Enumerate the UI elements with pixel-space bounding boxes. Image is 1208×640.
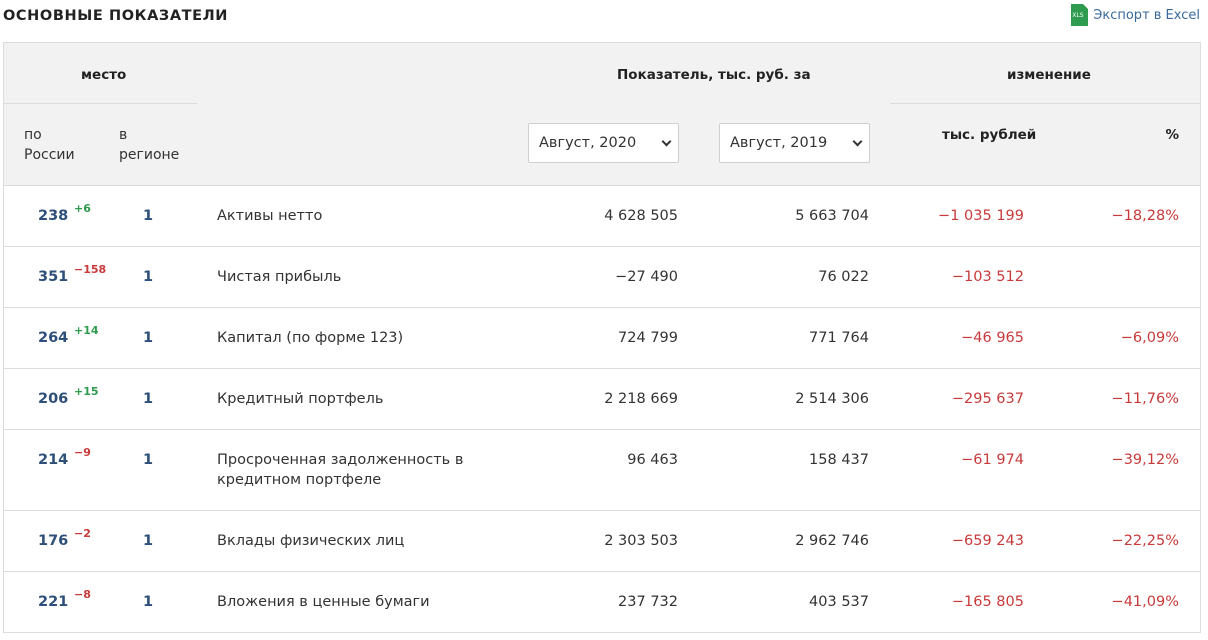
table-row: 176 −2 1 Вклады физических лиц 2 303 503…: [4, 511, 1200, 572]
rank-russia: 351: [38, 269, 69, 285]
change-value: −659 243: [951, 533, 1024, 549]
change-percent: −41,09%: [1111, 594, 1179, 610]
table-row: 351 −158 1 Чистая прибыль −27 490 76 022…: [4, 247, 1200, 308]
table-row: 221 −8 1 Вложения в ценные бумаги 237 73…: [4, 572, 1200, 633]
rank-region: 1: [143, 208, 154, 224]
value-2020: 724 799: [618, 330, 678, 346]
indicator-name: Активы нетто: [217, 208, 323, 224]
rank-delta: −8: [74, 588, 91, 601]
indicator-name: Чистая прибыль: [217, 269, 342, 285]
table-row: 264 +14 1 Капитал (по форме 123) 724 799…: [4, 308, 1200, 369]
change-percent: −6,09%: [1120, 330, 1179, 346]
change-value: −295 637: [951, 391, 1024, 407]
change-percent: −39,12%: [1111, 452, 1179, 468]
page-title: ОСНОВНЫЕ ПОКАЗАТЕЛИ: [3, 8, 229, 24]
indicator-name: Кредитный портфель: [217, 391, 384, 407]
rank-region: 1: [143, 452, 154, 468]
indicators-table: место Показатель, тыс. руб. за изменение…: [3, 42, 1201, 633]
table-row: 206 +15 1 Кредитный портфель 2 218 669 2…: [4, 369, 1200, 430]
value-2019: 2 962 746: [795, 533, 869, 549]
table-header: место Показатель, тыс. руб. за изменение…: [4, 43, 1201, 186]
rank-russia: 214: [38, 452, 69, 468]
value-2020: 4 628 505: [604, 208, 678, 224]
header-in-region: в регионе: [119, 127, 180, 163]
header-by-russia: по России: [24, 127, 75, 163]
header-indicator: Показатель, тыс. руб. за: [617, 67, 811, 83]
indicator-name: Капитал (по форме 123): [217, 330, 404, 346]
rank-russia: 264: [38, 330, 69, 346]
header-divider-change: [890, 103, 1201, 104]
header-thousand-rub: тыс. рублей: [942, 127, 1037, 143]
rank-russia: 221: [38, 594, 69, 610]
header-change: изменение: [1007, 67, 1091, 83]
period-select-2[interactable]: Август, 2019: [719, 123, 870, 163]
period-select-1[interactable]: Август, 2020: [528, 123, 679, 163]
rank-delta: +15: [74, 385, 99, 398]
rank-russia: 238: [38, 208, 69, 224]
period-select-2-value: Август, 2019: [730, 135, 828, 151]
change-value: −165 805: [951, 594, 1024, 610]
header-percent: %: [1165, 127, 1179, 143]
indicator-name: Просроченная задолженность в кредитном п…: [217, 452, 464, 488]
value-2019: 5 663 704: [795, 208, 869, 224]
rank-region: 1: [143, 594, 154, 610]
value-2020: 2 303 503: [604, 533, 678, 549]
value-2020: 96 463: [627, 452, 678, 468]
table-row: 214 −9 1 Просроченная задолженность в кр…: [4, 430, 1200, 511]
excel-icon-text: XLS: [1072, 12, 1084, 19]
rank-region: 1: [143, 533, 154, 549]
header-place: место: [81, 67, 127, 83]
change-value: −1 035 199: [938, 208, 1024, 224]
change-percent: −22,25%: [1111, 533, 1179, 549]
change-percent: −11,76%: [1111, 391, 1179, 407]
value-2019: 771 764: [809, 330, 869, 346]
value-2020: 2 218 669: [604, 391, 678, 407]
rank-delta: −158: [74, 263, 107, 276]
rank-delta: −9: [74, 446, 91, 459]
period-select-1-value: Август, 2020: [539, 135, 637, 151]
indicator-name: Вклады физических лиц: [217, 533, 405, 549]
value-2020: 237 732: [618, 594, 678, 610]
chevron-down-icon: [661, 136, 672, 147]
value-2019: 158 437: [809, 452, 869, 468]
rank-region: 1: [143, 330, 154, 346]
value-2019: 2 514 306: [795, 391, 869, 407]
rank-russia: 176: [38, 533, 69, 549]
rank-russia: 206: [38, 391, 69, 407]
rank-delta: +6: [74, 202, 91, 215]
value-2019: 76 022: [818, 269, 869, 285]
header-divider-place: [4, 103, 197, 104]
chevron-down-icon: [852, 136, 863, 147]
export-excel-link[interactable]: XLS Экспорт в Excel: [1071, 4, 1200, 26]
change-value: −103 512: [951, 269, 1024, 285]
rank-region: 1: [143, 269, 154, 285]
change-percent: −18,28%: [1111, 208, 1179, 224]
value-2019: 403 537: [809, 594, 869, 610]
rank-delta: +14: [74, 324, 99, 337]
value-2020: −27 490: [615, 269, 678, 285]
export-excel-label: Экспорт в Excel: [1093, 7, 1200, 23]
indicator-name: Вложения в ценные бумаги: [217, 594, 430, 610]
rank-region: 1: [143, 391, 154, 407]
rank-delta: −2: [74, 527, 91, 540]
excel-file-icon: XLS: [1071, 4, 1089, 26]
table-row: 238 +6 1 Активы нетто 4 628 505 5 663 70…: [4, 186, 1200, 247]
change-value: −61 974: [961, 452, 1024, 468]
change-value: −46 965: [961, 330, 1024, 346]
